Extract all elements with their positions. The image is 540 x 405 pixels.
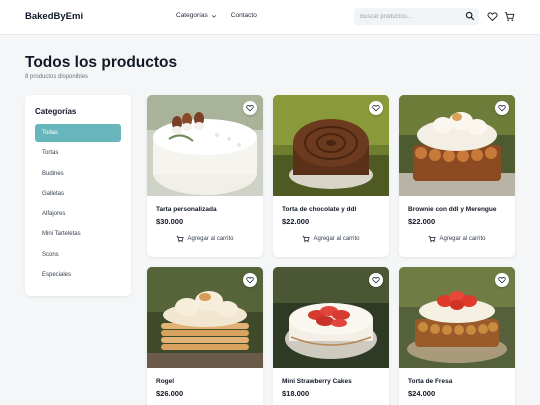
- add-to-cart-button[interactable]: Agregar al carrito: [147, 233, 263, 245]
- nav-categories[interactable]: Categorías: [176, 12, 217, 19]
- brand-logo[interactable]: BakedByEmi: [25, 11, 83, 22]
- heart-icon: [498, 105, 506, 112]
- product-card[interactable]: Mini Strawberry Cakes $18.000: [273, 267, 389, 405]
- category-item-tortas[interactable]: Tortas: [35, 144, 121, 162]
- category-item-todas[interactable]: Todas: [35, 124, 121, 142]
- category-list: Todas Tortas Budines Galletas Alfajores …: [35, 124, 121, 286]
- favorite-button[interactable]: [369, 101, 383, 115]
- favorite-button[interactable]: [495, 101, 509, 115]
- top-navbar: BakedByEmi Categorías Contacto: [0, 0, 540, 35]
- page-title: Todos los productos: [25, 54, 178, 71]
- category-item-scons[interactable]: Scons: [35, 246, 121, 264]
- product-price: $30.000: [156, 217, 184, 226]
- favorite-button[interactable]: [495, 273, 509, 287]
- search-box: [354, 8, 479, 25]
- cart-icon: [429, 235, 437, 243]
- product-count: 8 productos disponibles: [25, 74, 89, 80]
- heart-icon: [246, 105, 254, 112]
- nav-contact-label: Contacto: [230, 12, 257, 19]
- product-name[interactable]: Mini Strawberry Cakes: [282, 378, 352, 385]
- search-input[interactable]: [360, 10, 458, 23]
- heart-icon: [498, 277, 506, 284]
- heart-icon[interactable]: [487, 11, 498, 22]
- category-item-galletas[interactable]: Galletas: [35, 185, 121, 203]
- product-price: $22.000: [408, 217, 436, 226]
- add-to-cart-label: Agregar al carrito: [439, 236, 486, 242]
- category-sidebar: Categorías Todas Tortas Budines Galletas…: [25, 95, 131, 296]
- category-item-budines[interactable]: Budines: [35, 165, 121, 183]
- product-card[interactable]: Brownie con ddl y Merengue $22.000 Agreg…: [399, 95, 515, 257]
- heart-icon: [246, 277, 254, 284]
- favorite-button[interactable]: [243, 101, 257, 115]
- heart-icon: [372, 277, 380, 284]
- add-to-cart-label: Agregar al carrito: [313, 236, 360, 242]
- product-name[interactable]: Rogel: [156, 378, 174, 385]
- sidebar-title: Categorías: [35, 107, 77, 116]
- product-price: $22.000: [282, 217, 310, 226]
- nav-contact[interactable]: Contacto: [231, 12, 257, 19]
- nav-categories-label: Categorías: [176, 12, 208, 19]
- add-to-cart-label: Agregar al carrito: [187, 236, 234, 242]
- product-name[interactable]: Tarta personalizada: [156, 206, 217, 213]
- chevron-down-icon: [211, 14, 216, 18]
- product-card[interactable]: Rogel $26.000: [147, 267, 263, 405]
- product-name[interactable]: Brownie con ddl y Merengue: [408, 206, 496, 213]
- heart-icon: [372, 105, 380, 112]
- favorite-button[interactable]: [243, 273, 257, 287]
- product-card[interactable]: Tarta personalizada $30.000 Agregar al c…: [147, 95, 263, 257]
- category-item-especiales[interactable]: Especiales: [35, 266, 121, 284]
- category-item-alfajores[interactable]: Alfajores: [35, 205, 121, 223]
- product-name[interactable]: Torta de chocolate y ddl: [282, 206, 356, 213]
- favorite-button[interactable]: [369, 273, 383, 287]
- product-price: $26.000: [156, 389, 184, 398]
- product-card[interactable]: Torta de chocolate y ddl $22.000 Agregar…: [273, 95, 389, 257]
- search-icon[interactable]: [465, 11, 475, 21]
- add-to-cart-button[interactable]: Agregar al carrito: [399, 233, 515, 245]
- product-price: $18.000: [282, 389, 310, 398]
- cart-icon[interactable]: [504, 11, 515, 22]
- main-nav: Categorías Contacto: [176, 12, 257, 19]
- product-name[interactable]: Torta de Fresa: [408, 378, 452, 385]
- cart-icon: [303, 235, 311, 243]
- category-item-mini-tarteletas[interactable]: Mini Tarteletas: [35, 225, 121, 243]
- cart-icon: [177, 235, 185, 243]
- product-card[interactable]: Torta de Fresa $24.000: [399, 267, 515, 405]
- product-price: $24.000: [408, 389, 436, 398]
- add-to-cart-button[interactable]: Agregar al carrito: [273, 233, 389, 245]
